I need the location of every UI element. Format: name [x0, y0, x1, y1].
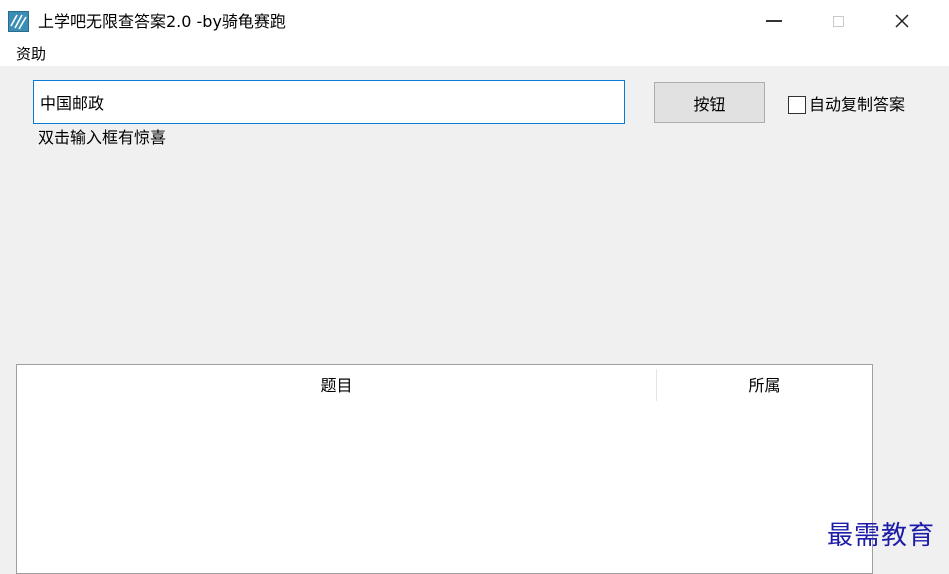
results-list[interactable]: 题目 所属 [16, 364, 873, 574]
app-icon [8, 11, 29, 32]
menu-bar: 资助 [0, 42, 949, 66]
maximize-icon [832, 15, 844, 27]
auto-copy-label: 自动复制答案 [809, 95, 906, 114]
column-header-category[interactable]: 所属 [657, 365, 872, 403]
minimize-icon [766, 20, 782, 22]
close-button[interactable] [872, 0, 932, 42]
column-header-title[interactable]: 题目 [17, 365, 656, 403]
action-button[interactable]: 按钮 [654, 82, 765, 123]
checkbox-icon[interactable] [788, 96, 806, 114]
list-header: 题目 所属 [17, 365, 872, 403]
search-input[interactable] [33, 80, 625, 124]
hint-text: 双击输入框有惊喜 [38, 128, 167, 147]
close-icon [895, 14, 909, 28]
menu-item-sponsor[interactable]: 资助 [14, 44, 48, 64]
auto-copy-checkbox[interactable]: 自动复制答案 [788, 95, 905, 115]
window-title: 上学吧无限查答案2.0 -by骑龟赛跑 [38, 12, 286, 31]
maximize-button[interactable] [808, 0, 868, 42]
minimize-button[interactable] [744, 0, 804, 42]
watermark-text: 最需教育 [827, 521, 936, 551]
title-bar: 上学吧无限查答案2.0 -by骑龟赛跑 [0, 0, 949, 42]
